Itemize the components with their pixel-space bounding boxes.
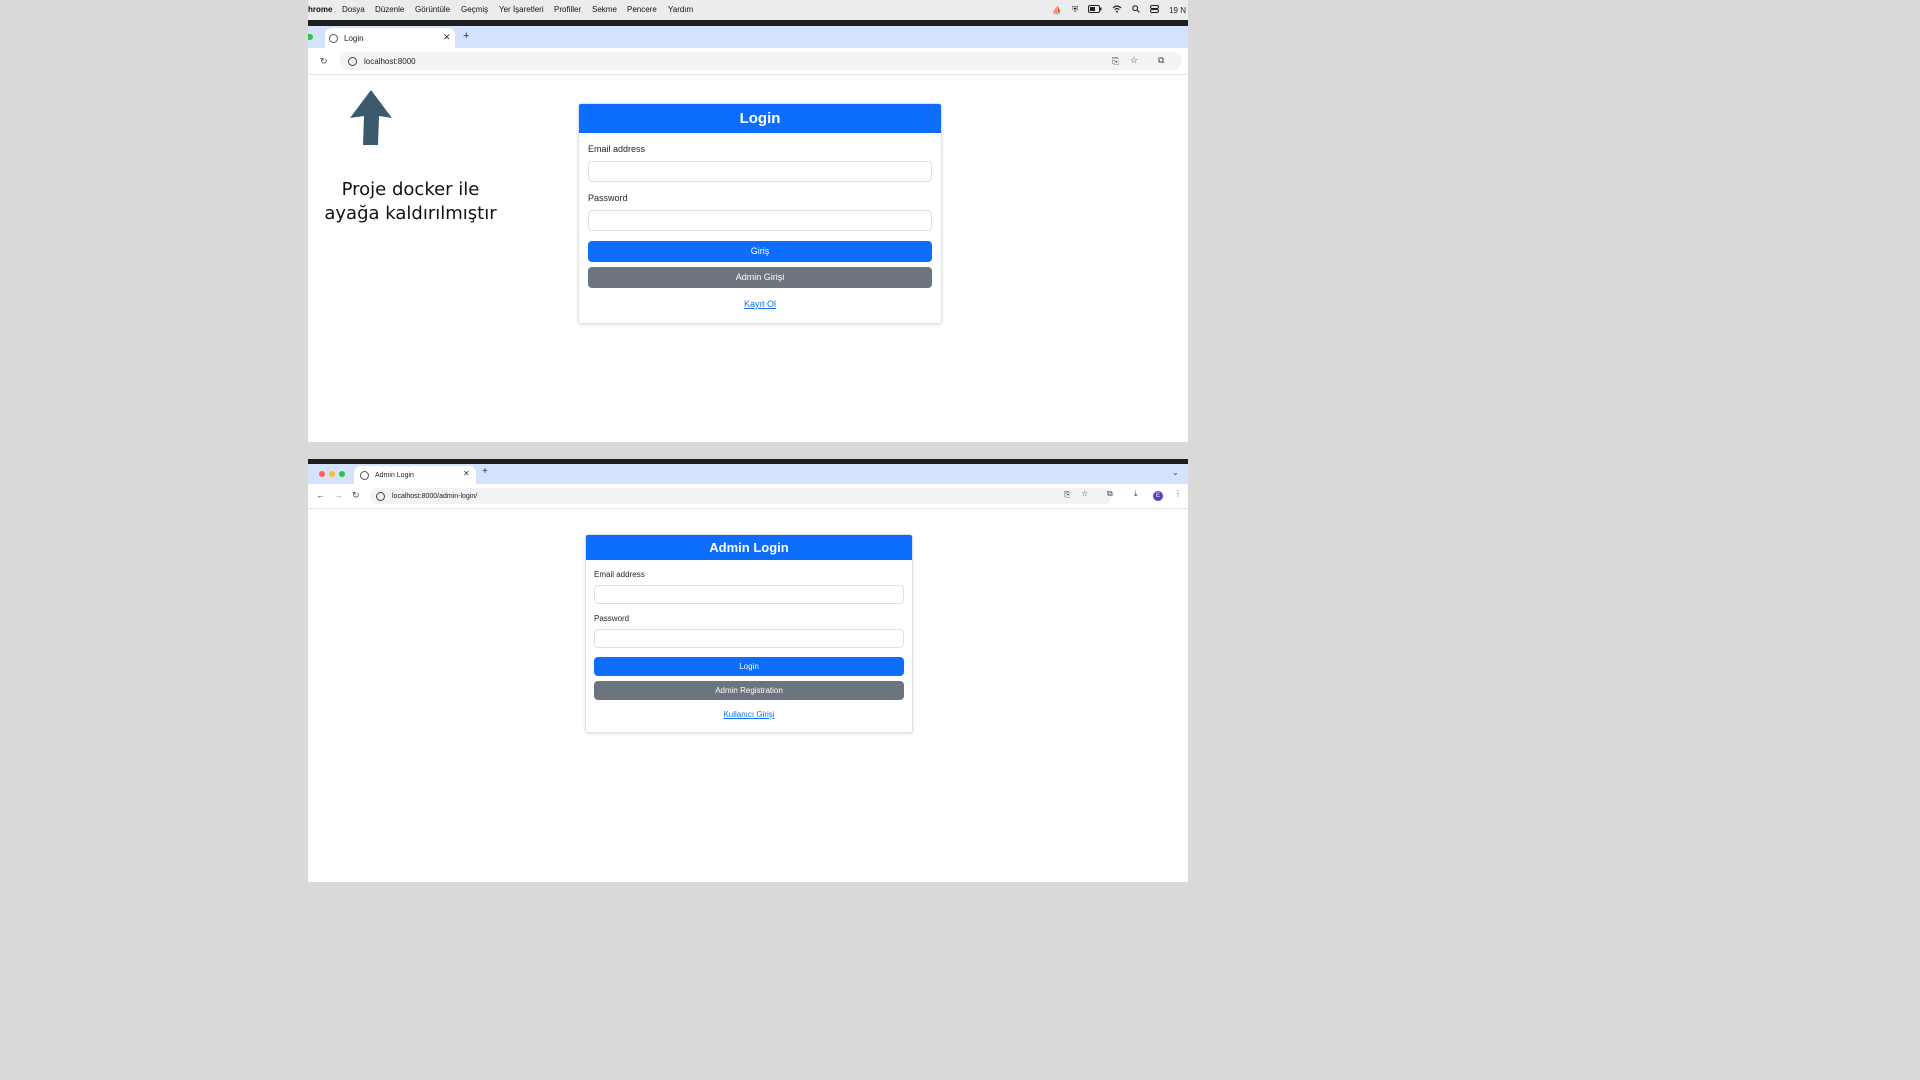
forward-arrow-icon[interactable]: → — [334, 490, 343, 500]
user-login-link[interactable]: Kullanıcı Girişi — [586, 710, 912, 719]
battery-icon[interactable] — [1088, 5, 1102, 15]
annotation-text: Proje docker ile ayağa kaldırılmıştır — [308, 178, 513, 226]
search-icon[interactable] — [1132, 5, 1140, 15]
email-label: Email address — [594, 570, 645, 579]
bookmark-star-icon[interactable]: ☆ — [1081, 489, 1088, 498]
control-center-icon[interactable] — [1150, 5, 1160, 15]
tab-title: Admin Login — [375, 471, 414, 479]
browser-toolbar: ↻ localhost:8000 ⎘ ☆ ⧉ — [308, 48, 1188, 75]
docker-icon[interactable]: ⛵ — [1052, 6, 1062, 15]
password-field[interactable] — [588, 210, 932, 231]
close-tab-icon[interactable]: ✕ — [443, 32, 451, 43]
email-field[interactable] — [588, 161, 932, 182]
menu-dosya[interactable]: Dosya — [342, 5, 365, 14]
up-arrow-shape — [350, 90, 392, 145]
admin-login-card-title: Admin Login — [586, 535, 912, 560]
menu-gecmis[interactable]: Geçmiş — [461, 5, 488, 14]
close-tab-icon[interactable]: ✕ — [463, 469, 470, 478]
annotation-line-1: Proje docker ile — [341, 179, 480, 200]
extensions-icon[interactable]: ⧉ — [1107, 489, 1113, 499]
email-label: Email address — [588, 144, 646, 154]
clock[interactable]: 19 N — [1169, 6, 1186, 15]
zoom-window-button[interactable] — [339, 471, 345, 477]
translate-icon[interactable]: ⎘ — [1064, 490, 1070, 500]
address-bar[interactable]: localhost:8000/admin-login/ — [370, 488, 1112, 504]
extensions-icon[interactable]: ⧉ — [1158, 55, 1164, 66]
giris-button[interactable]: Giriş — [588, 241, 932, 262]
address-url: localhost:8000/admin-login/ — [392, 492, 478, 500]
register-link[interactable]: Kayıt Ol — [579, 299, 941, 309]
address-url: localhost:8000 — [364, 56, 416, 66]
site-info-icon[interactable] — [348, 56, 357, 66]
password-label: Password — [594, 614, 630, 623]
browser-toolbar: ← → ↻ localhost:8000/admin-login/ ⎘ ☆ ⧉ … — [308, 484, 1188, 509]
menu-app-name[interactable]: hrome — [308, 5, 332, 14]
tab-strip: Admin Login ✕ + ⌄ — [308, 464, 1188, 484]
back-arrow-icon[interactable]: ← — [316, 490, 325, 500]
translate-icon[interactable]: ⎘ — [1112, 56, 1119, 67]
password-label: Password — [588, 193, 628, 203]
macos-menubar: hrome Dosya Düzenle Görüntüle Geçmiş Yer… — [308, 0, 1188, 20]
tab-admin-login[interactable]: Admin Login ✕ — [354, 466, 476, 484]
admin-login-button[interactable]: Admin Girişi — [588, 267, 932, 288]
reload-icon[interactable]: ↻ — [320, 56, 328, 67]
reload-icon[interactable]: ↻ — [352, 490, 360, 501]
more-menu-icon[interactable]: ⋮ — [1174, 489, 1182, 498]
tab-login[interactable]: Login ✕ — [325, 28, 455, 48]
menu-duzenle[interactable]: Düzenle — [375, 5, 404, 14]
login-card: Login Email address Password Giriş Admin… — [578, 103, 942, 324]
menu-pencere[interactable]: Pencere — [627, 5, 657, 14]
bookmark-star-icon[interactable]: ☆ — [1130, 55, 1138, 66]
new-tab-button[interactable]: + — [482, 466, 488, 477]
email-field[interactable] — [594, 585, 904, 604]
globe-icon — [360, 470, 369, 480]
login-card-title: Login — [579, 104, 941, 133]
admin-registration-button[interactable]: Admin Registration — [594, 681, 904, 700]
login-window-screenshot: hrome Dosya Düzenle Görüntüle Geçmiş Yer… — [308, 0, 1188, 442]
address-bar[interactable]: localhost:8000 — [340, 52, 1182, 70]
annotation-line-2: ayağa kaldırılmıştır — [324, 203, 497, 224]
zoom-window-button[interactable] — [308, 34, 313, 40]
shield-icon[interactable]: ⛨ — [1072, 5, 1078, 15]
password-field[interactable] — [594, 629, 904, 648]
profile-avatar[interactable]: E — [1153, 491, 1163, 501]
minimize-window-button[interactable] — [329, 471, 335, 477]
globe-icon — [329, 33, 338, 43]
menu-goruntule[interactable]: Görüntüle — [415, 5, 450, 14]
menu-profiller[interactable]: Profiller — [554, 5, 581, 14]
menu-sekme[interactable]: Sekme — [592, 5, 617, 14]
site-info-icon[interactable] — [376, 491, 385, 501]
menu-yardim[interactable]: Yardım — [668, 5, 693, 14]
close-window-button[interactable] — [319, 471, 325, 477]
wifi-icon[interactable] — [1112, 5, 1122, 15]
download-icon[interactable]: ⤓ — [1134, 489, 1138, 499]
login-button[interactable]: Login — [594, 657, 904, 676]
menu-yer-isaretleri[interactable]: Yer İşaretleri — [499, 5, 544, 14]
new-tab-button[interactable]: + — [463, 30, 469, 42]
system-tray: ⛵ ⛨ 19 N — [1052, 3, 1188, 17]
admin-login-window-screenshot: Admin Login ✕ + ⌄ ← → ↻ localhost:8000/a… — [308, 459, 1188, 882]
tab-search-chevron-icon[interactable]: ⌄ — [1172, 468, 1179, 477]
admin-login-card: Admin Login Email address Password Login… — [585, 534, 913, 733]
tab-title: Login — [344, 33, 364, 43]
tab-strip: Login ✕ + — [308, 26, 1188, 48]
up-arrow-icon — [350, 90, 392, 145]
